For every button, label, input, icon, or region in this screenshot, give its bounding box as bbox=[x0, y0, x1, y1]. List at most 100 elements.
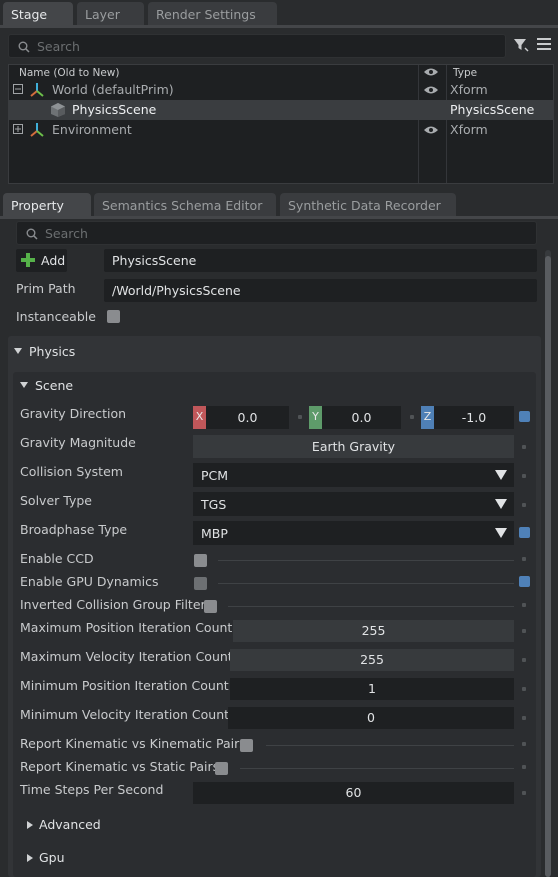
instanceable-label: Instanceable bbox=[16, 309, 96, 324]
min-position-iteration-label: Minimum Position Iteration Count bbox=[20, 678, 229, 693]
search-icon bbox=[18, 41, 30, 53]
override-mark[interactable] bbox=[519, 576, 530, 587]
enable-gpu-dynamics-label: Enable GPU Dynamics bbox=[20, 574, 159, 589]
max-position-iteration-field[interactable]: 255 bbox=[233, 620, 514, 642]
stage-search-input[interactable]: Search bbox=[8, 34, 506, 58]
min-velocity-iteration-field[interactable]: 0 bbox=[228, 707, 514, 729]
default-dot bbox=[522, 765, 526, 769]
default-dot bbox=[522, 603, 526, 607]
search-placeholder: Search bbox=[45, 226, 88, 241]
column-name-header[interactable]: Name (Old to New) bbox=[19, 67, 119, 79]
tree-row-type: Xform bbox=[450, 122, 488, 137]
tree-row-environment[interactable]: Environment Xform bbox=[9, 120, 553, 140]
collapse-arrow-icon[interactable] bbox=[14, 348, 22, 354]
expand-arrow-icon[interactable] bbox=[27, 854, 33, 862]
default-dot bbox=[522, 742, 526, 746]
add-button-label: Add bbox=[41, 253, 66, 268]
solver-type-label: Solver Type bbox=[20, 493, 92, 508]
broadphase-type-value: MBP bbox=[201, 526, 228, 541]
tree-row-label: PhysicsScene bbox=[72, 102, 157, 117]
solver-type-dropdown[interactable]: TGS bbox=[193, 492, 514, 516]
gravity-y-field[interactable]: Y 0.0 bbox=[309, 406, 401, 429]
tab-stage[interactable]: Stage bbox=[3, 2, 73, 26]
tab-render-settings[interactable]: Render Settings bbox=[148, 2, 277, 26]
tab-property[interactable]: Property bbox=[3, 193, 91, 217]
tab-underline bbox=[0, 216, 558, 219]
y-axis-badge: Y bbox=[309, 406, 322, 429]
property-panel: Property Semantics Schema Editor Synthet… bbox=[0, 190, 558, 877]
separator-dot bbox=[410, 415, 414, 419]
solver-type-value: TGS bbox=[201, 497, 227, 512]
default-dot bbox=[522, 791, 526, 795]
default-dot bbox=[522, 658, 526, 662]
column-type-header[interactable]: Type bbox=[453, 67, 477, 79]
broadphase-type-dropdown[interactable]: MBP bbox=[193, 521, 514, 545]
collapse-arrow-icon[interactable] bbox=[20, 382, 28, 388]
x-axis-badge: X bbox=[193, 406, 206, 429]
tab-layer[interactable]: Layer bbox=[77, 2, 144, 26]
enable-ccd-checkbox[interactable] bbox=[194, 554, 207, 567]
scene-section-title[interactable]: Scene bbox=[35, 378, 73, 393]
expand-arrow-icon[interactable] bbox=[27, 821, 33, 829]
gravity-x-field[interactable]: X 0.0 bbox=[193, 406, 289, 429]
gpu-section-title[interactable]: Gpu bbox=[39, 850, 65, 865]
tab-underline bbox=[0, 25, 558, 28]
gravity-magnitude-field[interactable]: Earth Gravity bbox=[193, 435, 514, 458]
tree-row-world[interactable]: World (defaultPrim) Xform bbox=[9, 80, 553, 100]
time-steps-field[interactable]: 60 bbox=[193, 782, 514, 804]
enable-gpu-dynamics-checkbox[interactable] bbox=[194, 577, 207, 590]
add-button[interactable]: Add bbox=[16, 249, 67, 272]
row-line bbox=[228, 606, 514, 607]
dropdown-arrow-icon bbox=[495, 470, 507, 480]
default-dot bbox=[522, 629, 526, 633]
tree-row-label: Environment bbox=[52, 122, 132, 137]
physics-section-title[interactable]: Physics bbox=[29, 344, 75, 359]
eye-icon[interactable] bbox=[423, 125, 439, 135]
row-line bbox=[218, 560, 514, 561]
collapse-icon[interactable] bbox=[13, 84, 23, 94]
filter-icon[interactable] bbox=[513, 37, 529, 53]
broadphase-type-label: Broadphase Type bbox=[20, 522, 128, 537]
gravity-z-value: -1.0 bbox=[461, 410, 487, 425]
collision-system-value: PCM bbox=[201, 468, 229, 483]
collision-system-dropdown[interactable]: PCM bbox=[193, 463, 514, 487]
override-mark[interactable] bbox=[519, 411, 530, 422]
max-position-iteration-label: Maximum Position Iteration Count bbox=[20, 620, 233, 635]
inverted-collision-label: Inverted Collision Group Filter bbox=[20, 597, 206, 612]
advanced-section-title[interactable]: Advanced bbox=[39, 817, 101, 832]
tree-row-physicsscene[interactable]: PhysicsScene PhysicsScene bbox=[9, 100, 553, 120]
max-velocity-iteration-field[interactable]: 255 bbox=[230, 649, 514, 671]
report-kinematic-kinematic-label: Report Kinematic vs Kinematic Pairs bbox=[20, 736, 246, 751]
search-placeholder: Search bbox=[37, 39, 80, 54]
inverted-collision-checkbox[interactable] bbox=[204, 600, 217, 613]
search-icon bbox=[26, 228, 38, 240]
menu-icon[interactable] bbox=[537, 38, 551, 50]
eye-icon[interactable] bbox=[423, 85, 439, 95]
stage-tree: Name (Old to New) Type World (defaultPri… bbox=[8, 64, 554, 184]
prim-path-label: Prim Path bbox=[16, 281, 76, 296]
property-search-input[interactable]: Search bbox=[16, 221, 537, 245]
min-position-iteration-field[interactable]: 1 bbox=[230, 678, 514, 700]
tab-semantics-schema-editor[interactable]: Semantics Schema Editor bbox=[94, 193, 276, 217]
prim-path-field[interactable]: /World/PhysicsScene bbox=[104, 279, 537, 302]
tree-row-type: PhysicsScene bbox=[450, 102, 535, 117]
row-line bbox=[240, 768, 514, 769]
default-dot bbox=[522, 716, 526, 720]
gravity-y-value: 0.0 bbox=[351, 410, 372, 425]
row-line bbox=[266, 745, 514, 746]
separator-dot bbox=[298, 415, 302, 419]
expand-icon[interactable] bbox=[13, 124, 23, 134]
instanceable-checkbox[interactable] bbox=[107, 310, 120, 323]
report-kinematic-kinematic-checkbox[interactable] bbox=[240, 739, 253, 752]
tab-synthetic-data-recorder[interactable]: Synthetic Data Recorder bbox=[280, 193, 456, 217]
gravity-x-value: 0.0 bbox=[237, 410, 258, 425]
report-kinematic-static-checkbox[interactable] bbox=[215, 762, 228, 775]
z-axis-badge: Z bbox=[421, 406, 434, 429]
gravity-z-field[interactable]: Z -1.0 bbox=[421, 406, 514, 429]
prim-name-field[interactable]: PhysicsScene bbox=[104, 249, 537, 272]
gravity-magnitude-label: Gravity Magnitude bbox=[20, 435, 136, 450]
gravity-direction-label: Gravity Direction bbox=[20, 406, 127, 421]
scrollbar-thumb[interactable] bbox=[545, 256, 551, 877]
override-mark[interactable] bbox=[519, 527, 530, 538]
min-velocity-iteration-label: Minimum Velocity Iteration Count bbox=[20, 707, 230, 722]
